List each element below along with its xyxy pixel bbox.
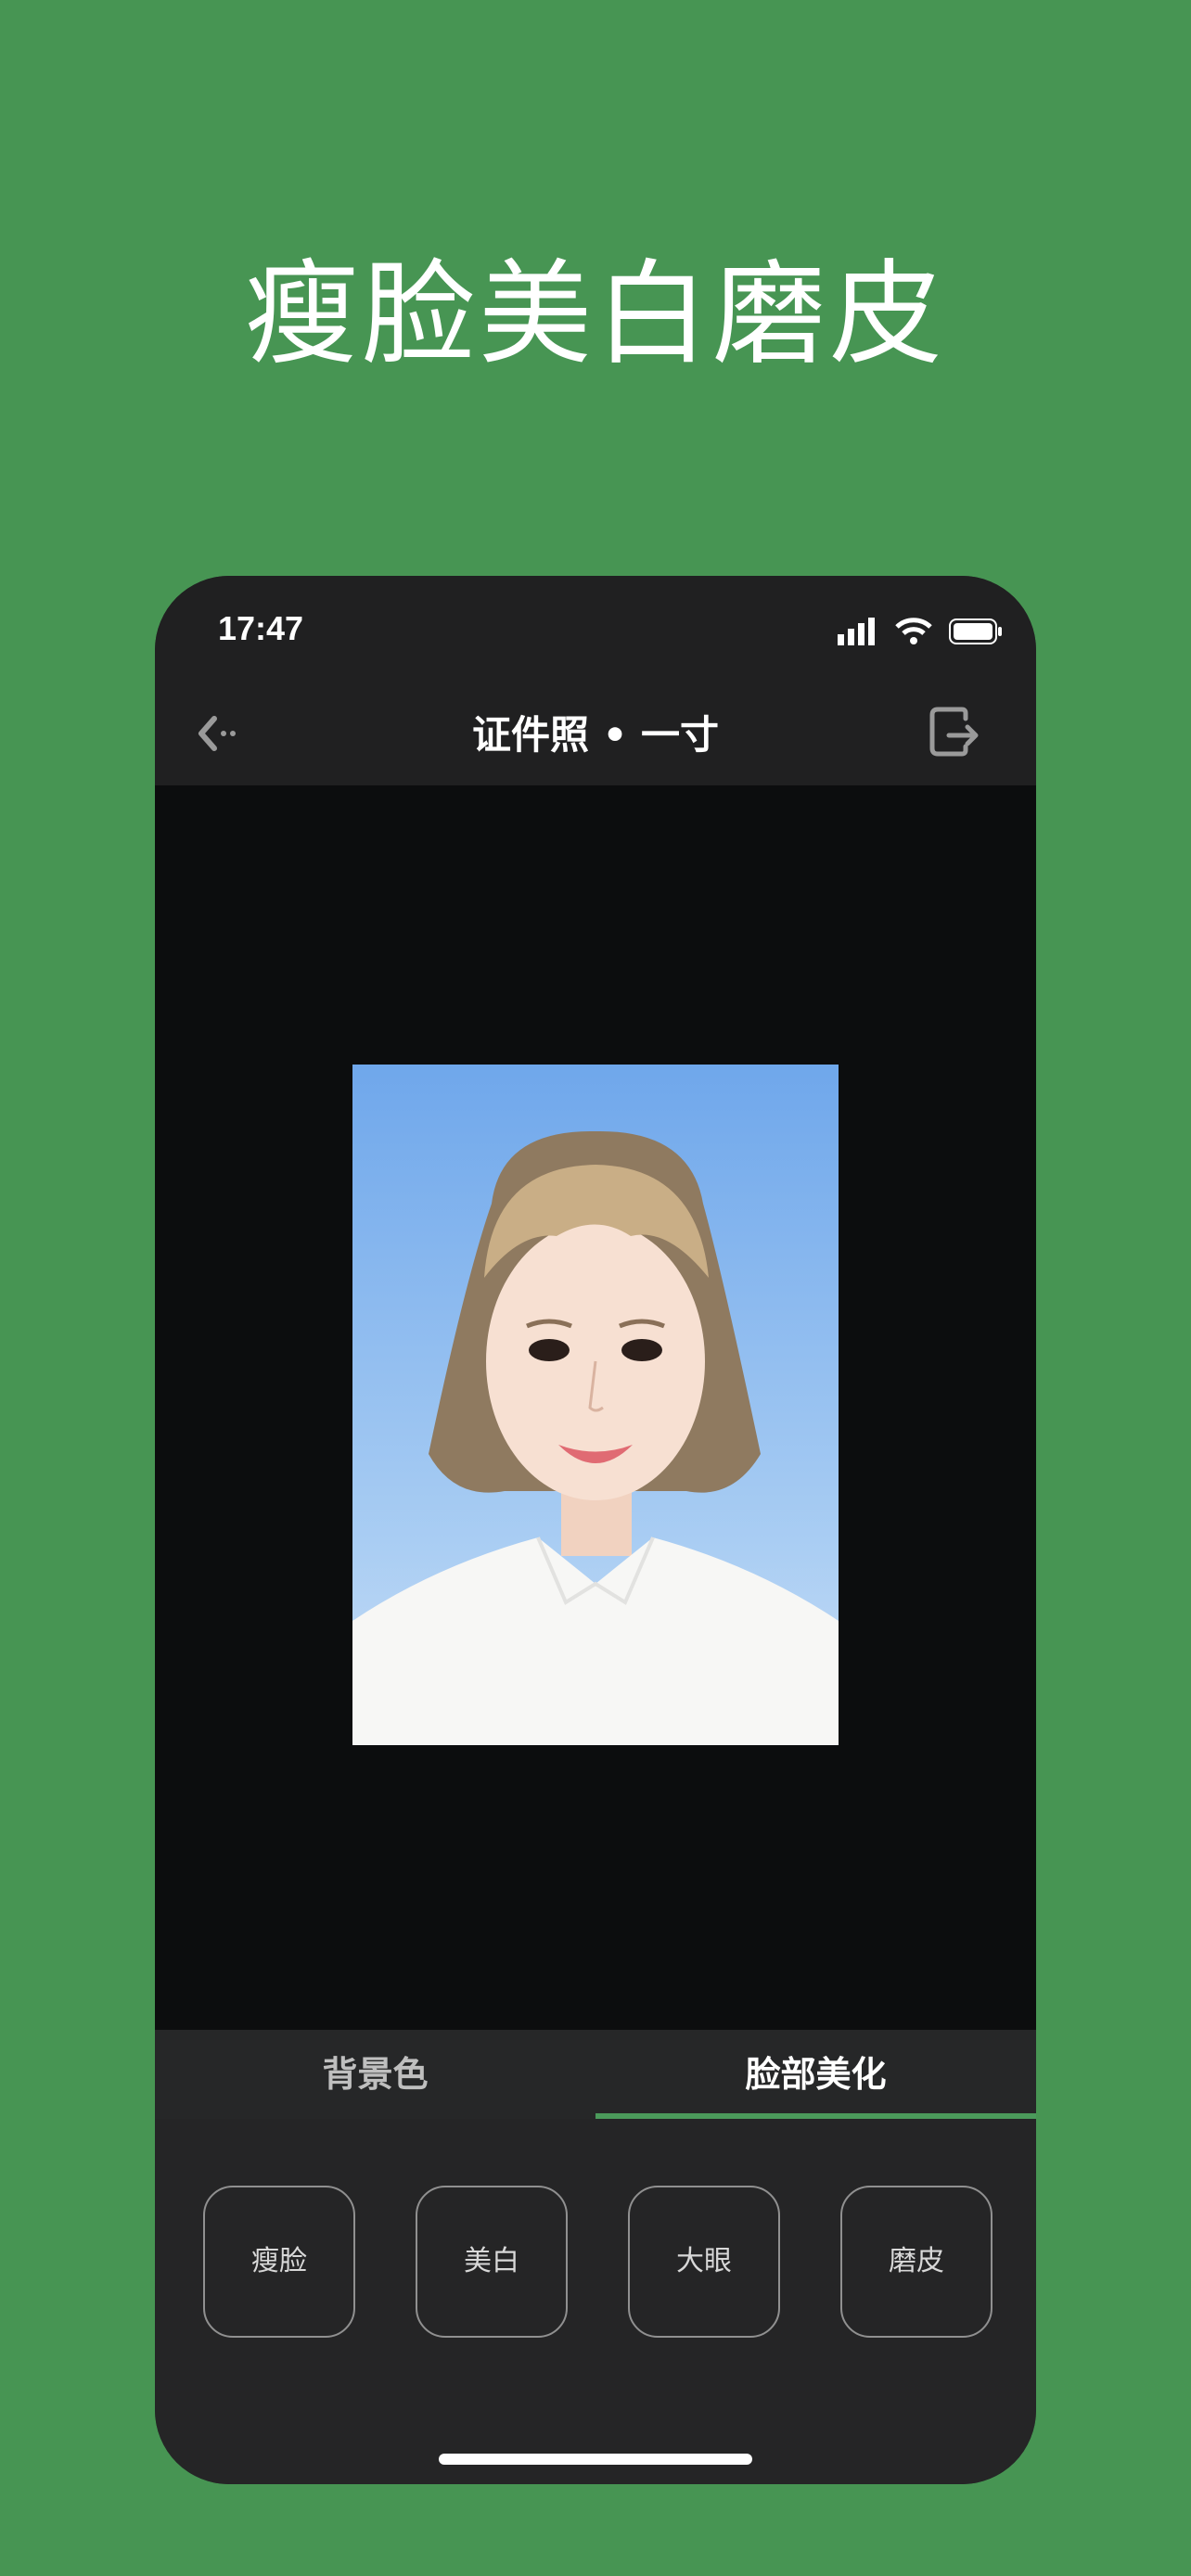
promo-title: 瘦脸美白磨皮 — [245, 249, 946, 380]
beautify-tools: 瘦脸 美白 大眼 磨皮 — [155, 2119, 1036, 2484]
status-icons — [838, 613, 1003, 650]
phone-frame: 17:47 证件照 • 一寸 背景色 脸部美化 瘦脸 美白 大眼 磨皮 — [155, 576, 1036, 2484]
id-photo-portrait — [352, 1065, 839, 1745]
status-bar: 17:47 — [155, 576, 1036, 678]
page-title: 证件照 • 一寸 — [471, 712, 720, 758]
wifi-icon — [895, 618, 932, 644]
photo-canvas — [155, 785, 1036, 2030]
portrait-illustration — [352, 1130, 839, 1745]
home-indicator[interactable] — [439, 2454, 752, 2465]
cellular-signal-icon — [838, 618, 875, 645]
edit-tab-bar: 背景色 脸部美化 — [155, 2030, 1036, 2121]
tab-background-color[interactable]: 背景色 — [155, 2030, 596, 2119]
smooth-skin-button[interactable]: 磨皮 — [840, 2186, 992, 2338]
slim-face-button[interactable]: 瘦脸 — [203, 2186, 355, 2338]
whiten-button[interactable]: 美白 — [416, 2186, 568, 2338]
battery-icon — [949, 618, 1002, 644]
share-icon[interactable] — [928, 706, 982, 759]
big-eyes-button[interactable]: 大眼 — [628, 2186, 780, 2338]
tab-face-beautify[interactable]: 脸部美化 — [596, 2030, 1036, 2119]
status-time: 17:47 — [218, 609, 304, 647]
navigation-bar: 证件照 • 一寸 — [155, 678, 1036, 787]
